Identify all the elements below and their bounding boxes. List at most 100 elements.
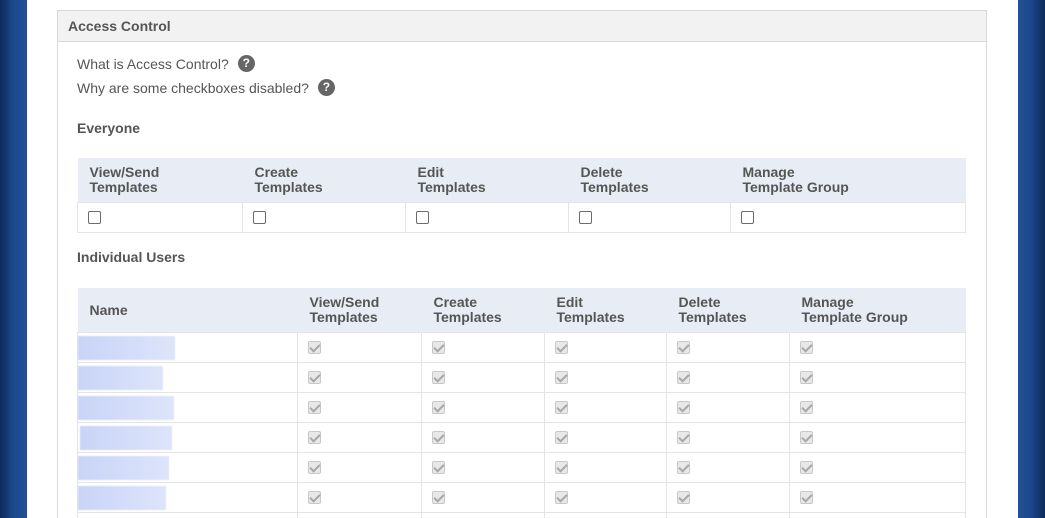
disabled-checkbox xyxy=(555,370,568,384)
disabled-checkbox xyxy=(432,400,445,414)
disabled-checkbox xyxy=(800,490,813,504)
disabled-checkbox xyxy=(555,490,568,504)
column-header: Create Templates xyxy=(421,288,545,333)
disabled-checkbox xyxy=(677,460,690,474)
checkbox-cell xyxy=(666,512,790,518)
checkbox-cell xyxy=(242,202,406,233)
redacted-name xyxy=(80,425,172,450)
checkbox-cell xyxy=(421,362,545,393)
checkbox-cell xyxy=(297,362,422,393)
disabled-checkbox xyxy=(308,340,321,354)
table-row xyxy=(77,422,966,453)
checkbox-cell xyxy=(666,332,790,363)
checkbox-cell xyxy=(405,202,569,233)
checkbox-cell xyxy=(297,482,422,513)
users-header-row: Name View/Send Templates Create Templates … xyxy=(77,288,966,333)
column-header: View/Send Templates xyxy=(297,288,422,333)
disabled-checkbox xyxy=(432,430,445,444)
help-disabled-checkboxes[interactable]: Why are some checkboxes disabled? ? xyxy=(77,79,335,96)
help-text[interactable]: Why are some checkboxes disabled? xyxy=(77,80,309,96)
column-header: View/Send Templates xyxy=(77,158,243,203)
disabled-checkbox xyxy=(432,340,445,354)
column-header: Manage Template Group xyxy=(730,158,966,203)
disabled-checkbox xyxy=(555,430,568,444)
disabled-checkbox xyxy=(677,340,690,354)
column-header: Edit Templates xyxy=(544,288,667,333)
everyone-header-row: View/Send Templates Create Templates Edit T… xyxy=(77,158,966,203)
checkbox-cell xyxy=(544,332,667,363)
question-circle-icon[interactable]: ? xyxy=(237,55,255,72)
redacted-name xyxy=(78,395,174,420)
table-row xyxy=(77,392,966,423)
disabled-checkbox xyxy=(800,340,813,354)
table-row xyxy=(77,332,966,363)
disabled-checkbox xyxy=(677,400,690,414)
checkbox-cell xyxy=(421,512,545,518)
disabled-checkbox xyxy=(432,370,445,384)
column-header: Delete Templates xyxy=(666,288,790,333)
checkbox-cell xyxy=(544,362,667,393)
question-circle-icon[interactable]: ? xyxy=(317,79,335,96)
disabled-checkbox xyxy=(800,370,813,384)
user-name-cell xyxy=(77,482,298,513)
checkbox-cell xyxy=(544,482,667,513)
checkbox-cell xyxy=(421,452,545,483)
help-text[interactable]: What is Access Control? xyxy=(77,56,229,72)
column-header: Manage Template Group xyxy=(789,288,966,333)
checkbox-cell xyxy=(544,422,667,453)
disabled-checkbox xyxy=(308,490,321,504)
table-row xyxy=(77,362,966,393)
table-row xyxy=(77,482,966,513)
checkbox-cell xyxy=(297,422,422,453)
redacted-name xyxy=(78,455,169,480)
disabled-checkbox xyxy=(308,430,321,444)
checkbox-cell xyxy=(789,362,966,393)
disabled-checkbox xyxy=(308,460,321,474)
disabled-checkbox xyxy=(800,460,813,474)
checkbox-cell xyxy=(421,482,545,513)
checkbox-cell xyxy=(789,332,966,363)
edit-checkbox[interactable] xyxy=(416,210,429,224)
checkbox-cell xyxy=(666,482,790,513)
manage-group-checkbox[interactable] xyxy=(741,210,754,224)
checkbox-cell xyxy=(666,392,790,423)
delete-checkbox[interactable] xyxy=(579,210,592,224)
table-row xyxy=(77,512,966,518)
disabled-checkbox xyxy=(677,490,690,504)
checkbox-cell xyxy=(297,332,422,363)
column-header: Create Templates xyxy=(242,158,406,203)
checkbox-cell xyxy=(297,452,422,483)
checkbox-cell xyxy=(730,202,966,233)
individual-users-section-title: Individual Users xyxy=(77,249,186,265)
redacted-name xyxy=(78,365,163,390)
disabled-checkbox xyxy=(308,370,321,384)
user-name-cell xyxy=(77,512,298,518)
checkbox-cell xyxy=(421,422,545,453)
checkbox-cell xyxy=(789,512,966,518)
checkbox-cell xyxy=(568,202,731,233)
disabled-checkbox xyxy=(555,460,568,474)
checkbox-cell xyxy=(421,332,545,363)
checkbox-cell xyxy=(544,452,667,483)
checkbox-cell xyxy=(666,452,790,483)
help-access-control[interactable]: What is Access Control? ? xyxy=(77,55,255,72)
disabled-checkbox xyxy=(800,400,813,414)
user-name-cell xyxy=(77,422,298,453)
checkbox-cell xyxy=(789,452,966,483)
user-name-cell xyxy=(77,392,298,423)
checkbox-cell xyxy=(297,512,422,518)
create-checkbox[interactable] xyxy=(253,210,266,224)
individual-users-table: Name View/Send Templates Create Templates … xyxy=(77,288,966,518)
panel-title: Access Control xyxy=(58,11,986,42)
disabled-checkbox xyxy=(308,400,321,414)
disabled-checkbox xyxy=(432,460,445,474)
checkbox-cell xyxy=(789,392,966,423)
user-name-cell xyxy=(77,362,298,393)
checkbox-cell xyxy=(666,362,790,393)
checkbox-cell xyxy=(789,482,966,513)
disabled-checkbox xyxy=(555,400,568,414)
checkbox-cell xyxy=(666,422,790,453)
table-row xyxy=(77,452,966,483)
view-send-checkbox[interactable] xyxy=(88,210,101,224)
user-name-cell xyxy=(77,452,298,483)
